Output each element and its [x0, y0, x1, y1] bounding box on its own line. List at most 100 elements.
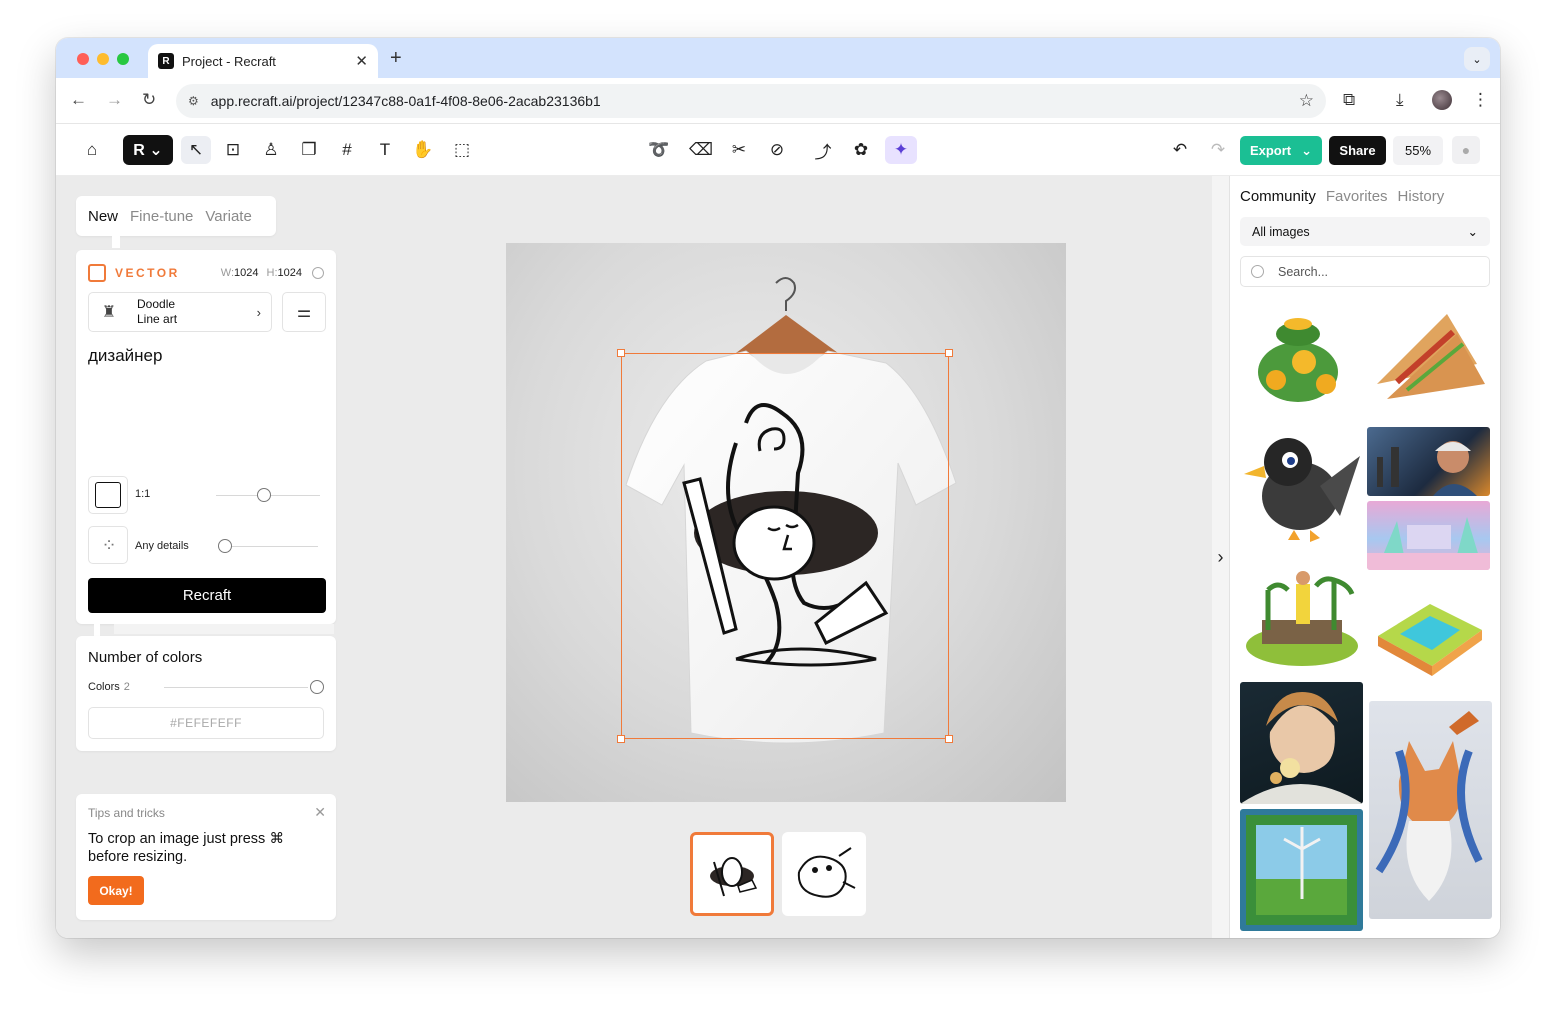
resize-handle-bottom-left[interactable]	[617, 735, 625, 743]
maximize-window-button[interactable]	[117, 53, 129, 65]
chevron-down-icon: ⌄	[1467, 225, 1478, 239]
gallery-image-pool-island[interactable]	[1370, 586, 1488, 676]
tab-favorites[interactable]: Favorites	[1326, 188, 1388, 205]
sliders-settings-icon[interactable]: ⚌	[282, 292, 326, 332]
details-slider-track[interactable]	[218, 546, 318, 547]
image-filter-select[interactable]: All images ⌄	[1240, 217, 1490, 246]
colors-slider-track[interactable]	[164, 687, 308, 688]
export-label: Export	[1249, 143, 1292, 158]
generation-settings-card: VECTOR W:1024 H:1024 ♜ Doodle Line art ›…	[76, 250, 336, 624]
tab-history[interactable]: History	[1398, 188, 1445, 205]
browser-menu-icon[interactable]: ⋮	[1472, 90, 1489, 110]
chevron-right-icon[interactable]: ›	[1212, 176, 1229, 938]
user-icon[interactable]: ●	[1452, 136, 1480, 164]
tab-variate[interactable]: Variate	[205, 208, 251, 225]
site-settings-icon[interactable]: ⚙	[188, 94, 199, 108]
details-dots-icon[interactable]: ⁘	[88, 526, 128, 564]
tab-new[interactable]: New	[88, 208, 118, 225]
url-text[interactable]: app.recraft.ai/project/12347c88-0a1f-4f0…	[211, 93, 1299, 109]
aspect-ratio-slider-knob[interactable]	[257, 488, 271, 502]
style-selector[interactable]: ♜ Doodle Line art ›	[88, 292, 272, 332]
gallery-image-island-man[interactable]	[1242, 560, 1362, 672]
tips-card: Tips and tricks ✕ To crop an image just …	[76, 794, 336, 920]
mockup-shirt-tool-icon[interactable]: ♙	[257, 136, 285, 164]
image-frame-tool-icon[interactable]: ⊡	[219, 136, 247, 164]
tab-fine-tune[interactable]: Fine-tune	[130, 208, 193, 225]
home-icon[interactable]: ⌂	[78, 136, 106, 164]
hand-tool-icon[interactable]: ✋	[409, 136, 437, 164]
clock-icon[interactable]	[312, 267, 324, 279]
browser-tab[interactable]: R Project - Recraft ✕	[148, 44, 378, 78]
prompt-textarea[interactable]: дизайнер	[88, 346, 324, 366]
model-type-label[interactable]: VECTOR	[115, 266, 213, 280]
reload-icon[interactable]: ↻	[142, 90, 156, 110]
zoom-level-button[interactable]: 55%	[1393, 136, 1443, 165]
close-window-button[interactable]	[77, 53, 89, 65]
upscale-tool-icon[interactable]: ⤴	[809, 136, 837, 164]
ai-magic-tool-icon[interactable]: ✦	[885, 136, 917, 164]
recraft-generate-button[interactable]: Recraft	[88, 578, 326, 613]
color-hex-field[interactable]: #FEFEFEFF	[88, 707, 324, 739]
lasso-tool-icon[interactable]: ➰	[641, 136, 677, 164]
redo-icon[interactable]: ↷	[1204, 136, 1232, 164]
details-label: Any details	[135, 540, 189, 552]
gallery-image-fox-bird[interactable]	[1369, 701, 1492, 919]
extensions-icon[interactable]: ⧉	[1343, 90, 1355, 110]
vector-icon	[88, 264, 106, 282]
back-arrow-icon[interactable]: ←	[70, 90, 87, 110]
canvas-workspace[interactable]: New Fine-tune Variate VECTOR W:1024 H:10…	[56, 176, 1212, 938]
forward-arrow-icon[interactable]: →	[106, 90, 123, 110]
variant-thumbnail-1[interactable]	[690, 832, 774, 916]
export-button[interactable]: Export ⌄	[1240, 136, 1322, 165]
minimize-window-button[interactable]	[97, 53, 109, 65]
tab-close-icon[interactable]: ✕	[355, 52, 368, 70]
colors-slider-knob[interactable]	[310, 680, 324, 694]
resize-handle-top-left[interactable]	[617, 349, 625, 357]
frame-tool-icon[interactable]: #	[333, 136, 361, 164]
new-tab-button[interactable]: +	[390, 47, 402, 70]
resize-handle-bottom-right[interactable]	[945, 735, 953, 743]
gallery-image-pastel-scene[interactable]	[1367, 501, 1490, 570]
aspect-ratio-label: 1:1	[135, 488, 151, 500]
gallery-image-refinery-worker[interactable]	[1367, 427, 1490, 496]
selection-box[interactable]	[621, 353, 949, 739]
aspect-ratio-icon[interactable]	[88, 476, 128, 514]
details-slider-knob[interactable]	[218, 539, 232, 553]
gallery-image-windmill-frame[interactable]	[1240, 809, 1363, 931]
resize-handle-top-right[interactable]	[945, 349, 953, 357]
bookmark-star-icon[interactable]: ☆	[1299, 91, 1314, 111]
gallery-image-money-bag[interactable]	[1242, 304, 1354, 414]
recraft-logo-menu-button[interactable]: R ⌄	[123, 135, 173, 165]
undo-icon[interactable]: ↶	[1166, 136, 1194, 164]
tab-search-chevron-icon[interactable]: ⌄	[1464, 47, 1490, 71]
omnibox[interactable]: ⚙ app.recraft.ai/project/12347c88-0a1f-4…	[176, 84, 1326, 118]
search-icon	[1251, 265, 1264, 278]
tab-strip: R Project - Recraft ✕ + ⌄	[56, 38, 1500, 78]
variant-thumbnail-2[interactable]	[782, 832, 866, 916]
vectorize-tool-icon[interactable]: ✿	[847, 136, 875, 164]
share-button[interactable]: Share	[1329, 136, 1386, 165]
search-placeholder: Search...	[1278, 264, 1329, 279]
eraser-tool-icon[interactable]: ⌫	[687, 136, 715, 164]
okay-button[interactable]: Okay!	[88, 876, 144, 905]
remove-background-tool-icon[interactable]: ⊘	[763, 136, 791, 164]
text-tool-icon[interactable]: T	[371, 136, 399, 164]
tips-close-icon[interactable]: ✕	[314, 804, 326, 821]
community-tabs: Community Favorites History	[1240, 188, 1444, 205]
search-input[interactable]: Search...	[1240, 256, 1490, 287]
style-substyle: Line art	[137, 312, 178, 326]
gallery-image-portrait[interactable]	[1240, 682, 1363, 804]
height-readout: H:1024	[266, 267, 302, 279]
model-row: VECTOR W:1024 H:1024	[88, 263, 324, 283]
gallery-image-quesadilla[interactable]	[1367, 304, 1490, 416]
profile-avatar[interactable]	[1432, 90, 1452, 110]
scissors-tool-icon[interactable]: ✂	[725, 136, 753, 164]
select-tool-icon[interactable]: ↖	[181, 136, 211, 164]
image-upload-tool-icon[interactable]: ⬚	[447, 136, 477, 164]
style-thumbnail-icon: ♜	[101, 304, 117, 321]
downloads-icon[interactable]: ⤓	[1396, 90, 1404, 110]
tab-community[interactable]: Community	[1240, 188, 1316, 205]
address-bar-row: ← → ↻ ⚙ app.recraft.ai/project/12347c88-…	[56, 78, 1500, 124]
gallery-image-bird[interactable]	[1240, 426, 1364, 548]
layers-tool-icon[interactable]: ❐	[295, 136, 323, 164]
